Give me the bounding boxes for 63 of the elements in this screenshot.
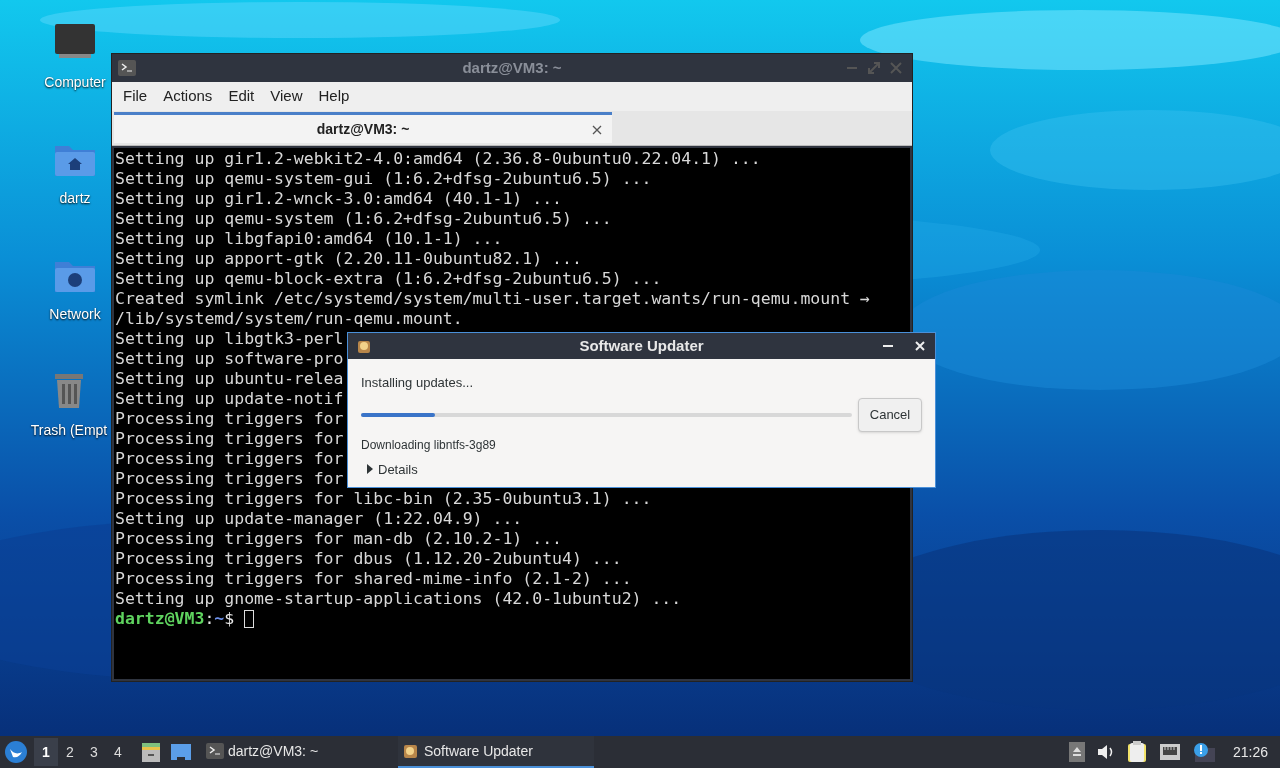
- updater-icon: [402, 742, 420, 760]
- show-desktop-icon[interactable]: [170, 743, 192, 761]
- terminal-line: Processing triggers for: [115, 449, 344, 469]
- clock-text[interactable]: 21:26: [1232, 741, 1268, 763]
- text-cursor: [244, 610, 255, 628]
- terminal-line: Processing triggers for: [115, 429, 344, 449]
- volume-icon[interactable]: [1096, 744, 1115, 760]
- menu-item[interactable]: Edit: [220, 85, 263, 108]
- terminal-line: Processing triggers for man-db (2.10.2-1) ...: [115, 529, 563, 549]
- terminal-line: Processing triggers for: [115, 469, 344, 489]
- updater-icon: [356, 338, 372, 354]
- workspace-button[interactable]: 2: [58, 738, 82, 766]
- close-icon[interactable]: [592, 125, 602, 135]
- terminal-line: Setting up gir1.2-webkit2-4.0:amd64 (2.36.8-0ubuntu0.22.04.1) ...: [115, 149, 761, 169]
- terminal-line: Setting up update-manager (1:22.04.9) ...: [115, 509, 523, 529]
- network-port-icon[interactable]: [1158, 743, 1181, 761]
- menu-item[interactable]: Help: [310, 85, 358, 108]
- terminal-line: Setting up ubuntu-relea: [115, 369, 344, 389]
- dialog-title: Software Updater: [579, 335, 704, 356]
- terminal-line: Processing triggers for libc-bin (2.35-0ubuntu3.1) ...: [115, 489, 652, 509]
- terminal-line: Setting up libgtk3-perl: [115, 329, 344, 349]
- terminal-line: Setting up apport-gtk (2.20.11-0ubuntu82.1) ...: [115, 249, 582, 269]
- eject-icon[interactable]: [1068, 742, 1085, 762]
- icon-label[interactable]: Trash (Empt: [30, 420, 108, 441]
- taskbar-button[interactable]: Software Updater: [398, 736, 594, 768]
- prompt-symbol: $: [224, 609, 235, 629]
- terminal-tab[interactable]: dartz@VM3: ~: [114, 112, 612, 143]
- prompt-separator: :: [204, 609, 215, 629]
- workspace-button[interactable]: 3: [82, 738, 106, 766]
- expander-arrow-icon: [366, 464, 374, 475]
- prompt-path: ~: [214, 609, 225, 629]
- terminal-line: /lib/systemd/system/run-qemu.mount.: [115, 309, 463, 329]
- workspace-button[interactable]: 1: [34, 738, 58, 766]
- terminal-icon: [206, 743, 224, 759]
- cancel-button[interactable]: Cancel: [858, 397, 922, 432]
- window-title: dartz@VM3: ~: [462, 57, 562, 78]
- clipboard-icon[interactable]: [1126, 741, 1147, 763]
- terminal-line: Setting up software-pro: [115, 349, 344, 369]
- menu-item[interactable]: Actions: [155, 85, 221, 108]
- terminal-icon: [118, 60, 136, 76]
- details-expander[interactable]: Details: [366, 459, 418, 479]
- file-cabinet-icon[interactable]: [140, 741, 162, 763]
- terminal-line: Setting up libgfapi0:amd64 (10.1-1) ...: [115, 229, 503, 249]
- terminal-line: Setting up qemu-block-extra (1:6.2+dfsg-2ubuntu6.5) ...: [115, 269, 662, 289]
- terminal-line: Created symlink /etc/systemd/system/multi-user.target.wants/run-qemu.mount →: [115, 289, 870, 309]
- notification-icon[interactable]: [1192, 742, 1215, 762]
- start-menu-icon[interactable]: [4, 740, 28, 764]
- terminal-line: Setting up gnome-startup-applications (42.0-1ubuntu2) ...: [115, 589, 682, 609]
- prompt-user: dartz@VM3: [115, 609, 205, 629]
- status-text: Installing updates...: [361, 374, 475, 392]
- terminal-line: Setting up qemu-system-gui (1:6.2+dfsg-2ubuntu6.5) ...: [115, 169, 652, 189]
- terminal-line: Processing triggers for: [115, 409, 344, 429]
- terminal-line: Processing triggers for dbus (1.12.20-2ubuntu4) ...: [115, 549, 622, 569]
- terminal-line: Processing triggers for shared-mime-info (2.1-2) ...: [115, 569, 632, 589]
- workspace-button[interactable]: 4: [106, 738, 130, 766]
- taskbar-button[interactable]: dartz@VM3: ~: [202, 736, 398, 768]
- detail-text: Downloading libntfs-3g89: [361, 436, 497, 454]
- terminal-line: Setting up gir1.2-wnck-3.0:amd64 (40.1-1) ...: [115, 189, 563, 209]
- terminal-line: Setting up update-notif: [115, 389, 344, 409]
- menu-item[interactable]: View: [262, 85, 311, 108]
- menu-item[interactable]: File: [115, 85, 156, 108]
- icon-label[interactable]: Network: [49, 304, 101, 325]
- terminal-line: Setting up qemu-system (1:6.2+dfsg-2ubuntu6.5) ...: [115, 209, 612, 229]
